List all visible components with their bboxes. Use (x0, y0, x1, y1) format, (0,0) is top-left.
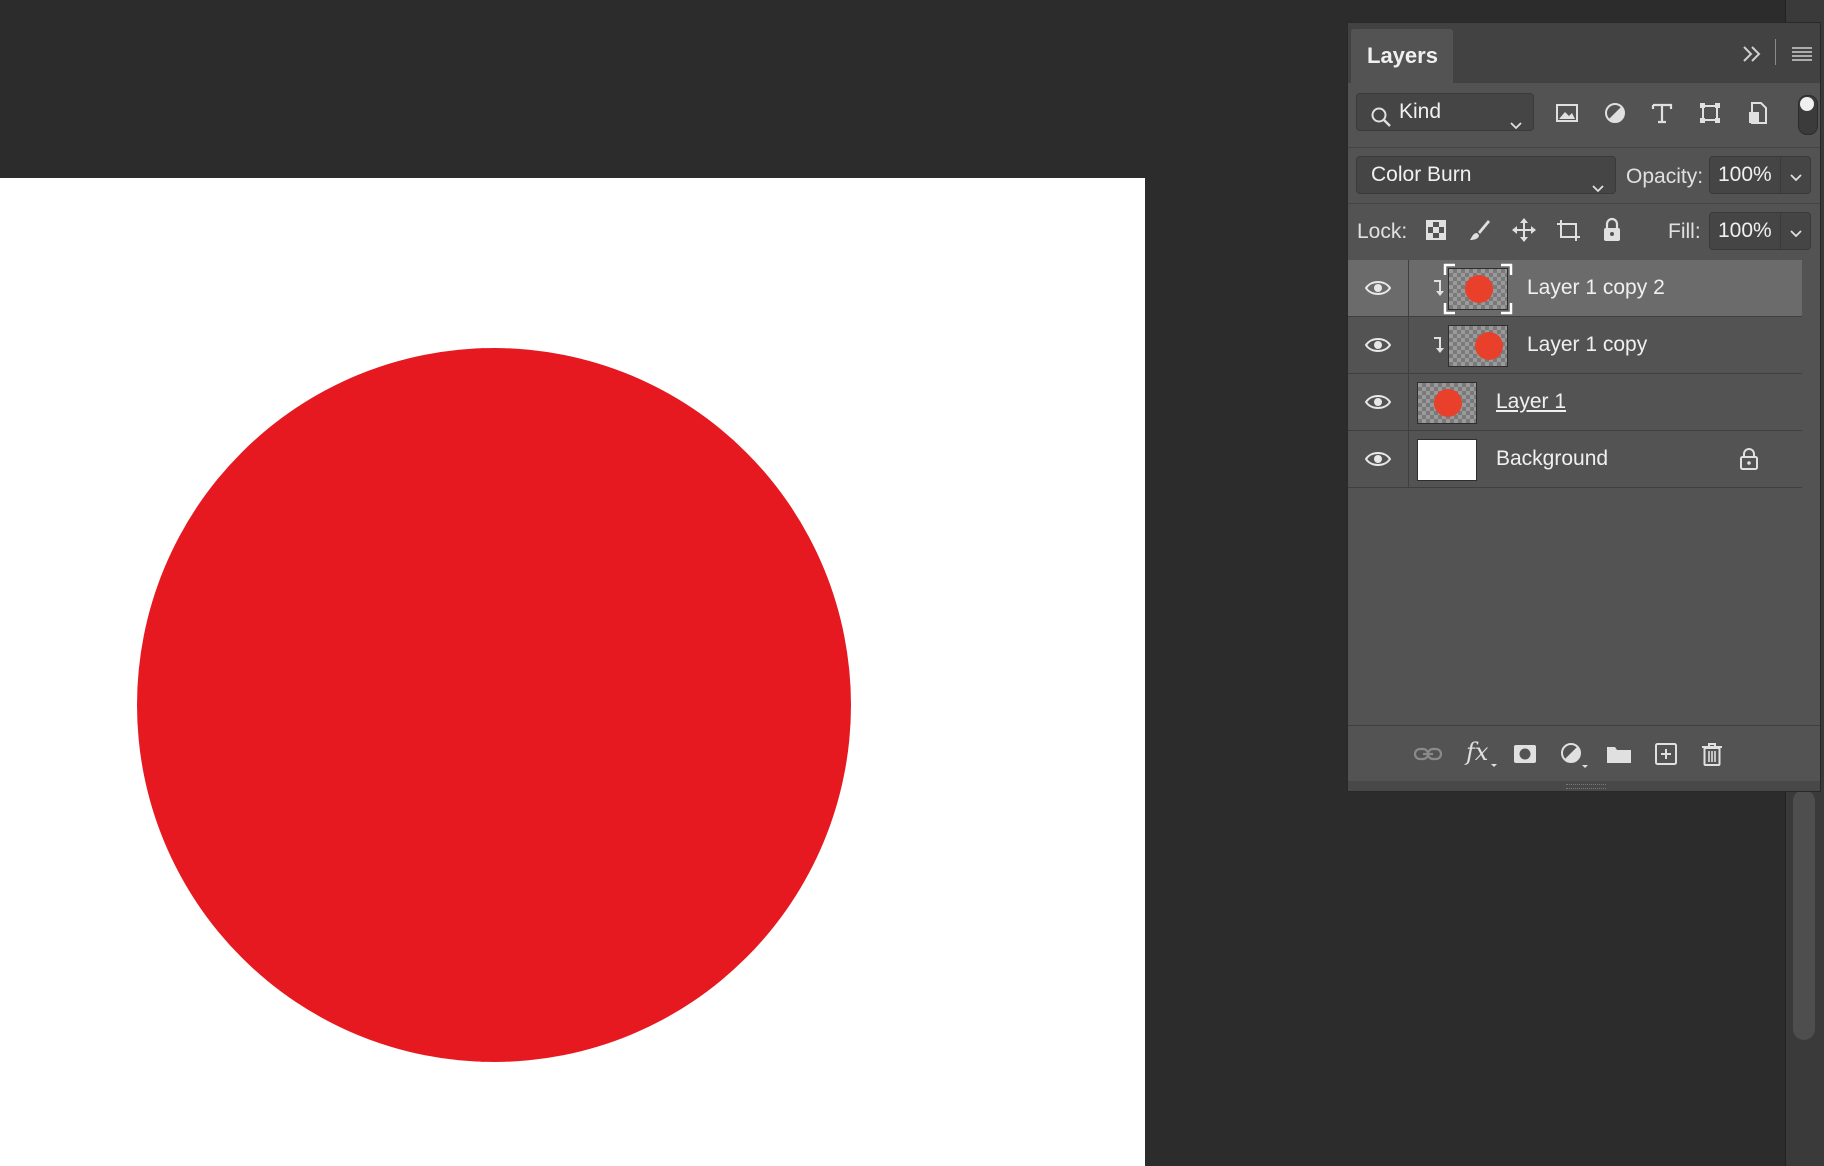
adjustment-layer-filter-icon[interactable] (1601, 99, 1629, 127)
layer-row[interactable]: Layer 1 (1348, 374, 1802, 431)
lock-icon[interactable] (1738, 447, 1760, 476)
blend-row: Color Burn Opacity: 100% (1348, 147, 1820, 204)
trash-icon[interactable] (1698, 740, 1726, 768)
lock-position-move-icon[interactable] (1510, 216, 1538, 244)
layer-name[interactable]: Layer 1 (1496, 374, 1566, 430)
smart-object-filter-icon[interactable] (1744, 99, 1772, 127)
opacity-input[interactable]: 100% (1709, 156, 1781, 194)
new-layer-icon[interactable] (1652, 740, 1680, 768)
visibility-toggle[interactable] (1348, 374, 1409, 430)
layer-thumbnail (1448, 325, 1508, 367)
visibility-toggle[interactable] (1348, 260, 1409, 316)
filter-row: Kind (1348, 83, 1820, 147)
link-layers-icon[interactable] (1412, 740, 1443, 768)
folder-icon[interactable] (1604, 740, 1632, 768)
chevron-down-icon (1789, 170, 1803, 188)
blend-mode-value: Color Burn (1371, 163, 1472, 186)
divider (1774, 39, 1778, 69)
lock-label: Lock: (1357, 220, 1408, 243)
type-layer-filter-icon[interactable] (1648, 99, 1676, 127)
document-canvas[interactable] (0, 178, 1145, 1166)
layer-thumbnail (1448, 268, 1508, 310)
fx-layer-style-icon[interactable]: fx (1464, 736, 1497, 767)
kind-label: Kind (1399, 100, 1442, 123)
red-circle (137, 348, 851, 1062)
visibility-toggle[interactable] (1348, 431, 1409, 487)
eye-icon[interactable] (1364, 391, 1392, 418)
layer-name[interactable]: Layer 1 copy (1527, 317, 1647, 373)
scrollbar-thumb[interactable] (1793, 790, 1815, 1040)
eye-icon[interactable] (1364, 277, 1392, 304)
tab-layers[interactable]: Layers (1351, 29, 1453, 83)
search-icon (1370, 104, 1392, 140)
eye-icon[interactable] (1364, 334, 1392, 361)
layer-name[interactable]: Background (1496, 431, 1608, 487)
opacity-dropdown[interactable] (1781, 156, 1811, 194)
layers-panel: Layers Kind Color Burn Opacity: 100% Loc… (1347, 22, 1821, 792)
add-mask-icon[interactable] (1511, 740, 1539, 768)
visibility-toggle[interactable] (1348, 317, 1409, 373)
lock-artboard-icon[interactable] (1554, 216, 1582, 244)
adjustment-layer-icon[interactable] (1558, 740, 1588, 768)
lock-pixels-brush-icon[interactable] (1466, 216, 1494, 244)
blend-mode-select[interactable]: Color Burn (1356, 156, 1616, 194)
panel-resize-grip[interactable] (1348, 781, 1820, 791)
lock-row: Lock: Fill: 100% (1348, 203, 1820, 260)
opacity-label: Opacity: (1626, 165, 1704, 188)
kind-filter-select[interactable]: Kind (1356, 93, 1534, 131)
layer-thumbnail (1417, 439, 1477, 481)
fill-label: Fill: (1668, 220, 1701, 243)
panel-menu-icon[interactable] (1790, 43, 1814, 69)
layer-row[interactable]: Background (1348, 431, 1802, 488)
fill-dropdown[interactable] (1781, 212, 1811, 250)
fill-input[interactable]: 100% (1709, 212, 1781, 250)
panel-header: Layers (1348, 23, 1820, 83)
panel-footer: fx (1348, 725, 1820, 782)
chevron-down-icon (1509, 107, 1523, 143)
red-circle-artwork (137, 348, 851, 1062)
eye-icon[interactable] (1364, 448, 1392, 475)
layer-row[interactable]: Layer 1 copy 2 (1348, 260, 1802, 317)
shape-layer-filter-icon[interactable] (1696, 99, 1724, 127)
lock-transparency-icon[interactable] (1422, 216, 1450, 244)
lock-all-icon[interactable] (1598, 216, 1626, 244)
layer-row[interactable]: Layer 1 copy (1348, 317, 1802, 374)
chevron-down-icon (1789, 226, 1803, 244)
svg-text:fx: fx (1464, 738, 1489, 766)
collapse-icon[interactable] (1740, 43, 1764, 69)
clipping-mask-icon (1431, 335, 1447, 360)
chevron-down-icon (1591, 170, 1605, 206)
pixel-layer-filter-icon[interactable] (1553, 99, 1581, 127)
layer-thumbnail (1417, 382, 1477, 424)
layer-name[interactable]: Layer 1 copy 2 (1527, 260, 1665, 316)
filter-toggle[interactable] (1798, 95, 1818, 135)
